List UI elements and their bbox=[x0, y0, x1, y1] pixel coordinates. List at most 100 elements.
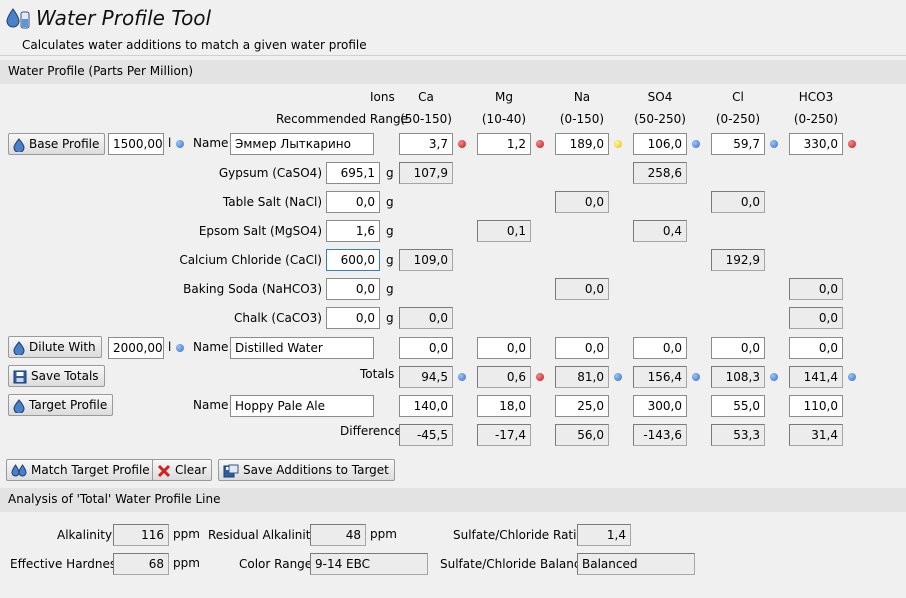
target-mg-input[interactable]: 18,0 bbox=[477, 395, 531, 417]
totals-label: Totals bbox=[360, 367, 395, 381]
difference-ca-value: -45,5 bbox=[399, 424, 453, 446]
alkalinity-label: Alkalinity bbox=[57, 528, 113, 542]
base-mg-input[interactable]: 1,2 bbox=[477, 133, 531, 155]
totals-hco3-indicator bbox=[848, 373, 856, 381]
addition-result-na: 0,0 bbox=[555, 278, 609, 300]
addition-result-mg: 0,1 bbox=[477, 220, 531, 242]
dilute-hco3-input[interactable]: 0,0 bbox=[789, 337, 843, 359]
difference-cl-value: 53,3 bbox=[711, 424, 765, 446]
addition-unit: g bbox=[386, 166, 394, 180]
target-cl-input[interactable]: 55,0 bbox=[711, 395, 765, 417]
totals-cl-indicator bbox=[770, 373, 778, 381]
ion-range-mg: (10-40) bbox=[481, 112, 527, 126]
difference-label: Difference bbox=[340, 424, 402, 438]
ions-label: Ions bbox=[370, 90, 395, 104]
dilute-na-input[interactable]: 0,0 bbox=[555, 337, 609, 359]
base-na-input[interactable]: 189,0 bbox=[555, 133, 609, 155]
addition-label: Calcium Chloride (CaCl) bbox=[179, 253, 322, 267]
addition-unit: g bbox=[386, 195, 394, 209]
water-drops-icon bbox=[11, 463, 27, 476]
match-target-profile-label: Match Target Profile bbox=[31, 463, 150, 477]
base-volume-unit: l bbox=[168, 136, 172, 150]
base-cl-input[interactable]: 59,7 bbox=[711, 133, 765, 155]
recommended-range-label: Recommended Range bbox=[276, 112, 408, 126]
base-volume-input[interactable]: 1500,00 bbox=[108, 133, 164, 155]
close-icon bbox=[157, 464, 171, 477]
save-additions-to-target-button[interactable]: Save Additions to Target bbox=[218, 459, 395, 481]
dilute-so4-input[interactable]: 0,0 bbox=[633, 337, 687, 359]
target-hco3-input[interactable]: 110,0 bbox=[789, 395, 843, 417]
target-ca-input[interactable]: 140,0 bbox=[399, 395, 453, 417]
water-drop-icon bbox=[13, 137, 25, 152]
totals-cl-value: 108,3 bbox=[711, 366, 765, 388]
app-title: Water Profile Tool bbox=[36, 6, 212, 30]
sulfate-chloride-ratio-value: 1,4 bbox=[577, 524, 631, 546]
addition-unit: g bbox=[386, 311, 394, 325]
totals-na-value: 81,0 bbox=[555, 366, 609, 388]
ion-header-ca: Ca bbox=[418, 90, 434, 104]
difference-na-value: 56,0 bbox=[555, 424, 609, 446]
water-drop-icon bbox=[6, 8, 30, 29]
save-icon bbox=[13, 370, 27, 383]
target-name-input[interactable]: Hoppy Pale Ale bbox=[230, 395, 374, 417]
ion-header-hco3: HCO3 bbox=[798, 90, 834, 104]
addition-amount-input[interactable]: 0,0 bbox=[326, 191, 380, 213]
ion-header-na: Na bbox=[573, 90, 591, 104]
addition-amount-input[interactable]: 695,1 bbox=[326, 162, 380, 184]
base-name-input[interactable]: Эммер Лыткарино bbox=[230, 133, 374, 155]
addition-unit: g bbox=[386, 224, 394, 238]
addition-result-ca: 109,0 bbox=[399, 249, 453, 271]
totals-na-indicator bbox=[614, 373, 622, 381]
base-ca-input[interactable]: 3,7 bbox=[399, 133, 453, 155]
base-hco3-input[interactable]: 330,0 bbox=[789, 133, 843, 155]
dilute-name-input[interactable]: Distilled Water bbox=[230, 337, 374, 359]
addition-label: Table Salt (NaCl) bbox=[222, 195, 322, 209]
clear-button[interactable]: Clear bbox=[152, 459, 213, 481]
save-totals-button[interactable]: Save Totals bbox=[8, 365, 105, 387]
sulfate-chloride-balance-label: Sulfate/Chloride Balance bbox=[440, 557, 588, 571]
ion-header-so4: SO4 bbox=[647, 90, 673, 104]
addition-amount-input[interactable]: 1,6 bbox=[326, 220, 380, 242]
addition-label: Epsom Salt (MgSO4) bbox=[198, 224, 322, 238]
base-mg-indicator bbox=[536, 140, 544, 148]
match-target-profile-button[interactable]: Match Target Profile bbox=[6, 459, 156, 481]
ion-range-na: (0-150) bbox=[559, 112, 605, 126]
sulfate-chloride-balance-value: Balanced bbox=[577, 553, 695, 575]
dilute-volume-input[interactable]: 2000,00 bbox=[108, 337, 164, 359]
dilute-with-button[interactable]: Dilute With bbox=[8, 336, 102, 358]
totals-ca-indicator bbox=[458, 373, 466, 381]
base-profile-button[interactable]: Base Profile bbox=[8, 133, 106, 155]
addition-result-cl: 192,9 bbox=[711, 249, 765, 271]
target-na-input[interactable]: 25,0 bbox=[555, 395, 609, 417]
addition-amount-input[interactable]: 0,0 bbox=[326, 307, 380, 329]
color-range-value: 9-14 EBC bbox=[310, 553, 428, 575]
analysis-header: Analysis of 'Total' Water Profile Line bbox=[8, 492, 221, 506]
ion-range-ca: (50-150) bbox=[400, 112, 452, 126]
residual-alkalinity-label: Residual Alkalinity bbox=[208, 528, 318, 542]
totals-mg-indicator bbox=[536, 373, 544, 381]
effective-hardness-unit: ppm bbox=[173, 556, 200, 570]
dilute-ca-input[interactable]: 0,0 bbox=[399, 337, 453, 359]
base-na-indicator bbox=[614, 140, 622, 148]
dilute-volume-unit: l bbox=[168, 340, 172, 354]
target-profile-button[interactable]: Target Profile bbox=[8, 394, 114, 416]
addition-unit: g bbox=[386, 282, 394, 296]
addition-amount-input[interactable]: 0,0 bbox=[326, 278, 380, 300]
addition-result-so4: 0,4 bbox=[633, 220, 687, 242]
addition-result-na: 0,0 bbox=[555, 191, 609, 213]
totals-so4-value: 156,4 bbox=[633, 366, 687, 388]
base-so4-input[interactable]: 106,0 bbox=[633, 133, 687, 155]
ion-range-so4: (50-250) bbox=[634, 112, 686, 126]
clear-button-label: Clear bbox=[175, 463, 207, 477]
addition-result-ca: 107,9 bbox=[399, 162, 453, 184]
base-volume-indicator bbox=[176, 140, 184, 148]
target-so4-input[interactable]: 300,0 bbox=[633, 395, 687, 417]
addition-amount-input[interactable]: 600,0 bbox=[326, 249, 380, 271]
ion-range-hco3: (0-250) bbox=[793, 112, 839, 126]
dilute-cl-input[interactable]: 0,0 bbox=[711, 337, 765, 359]
app-subtitle: Calculates water additions to match a gi… bbox=[22, 38, 367, 52]
addition-result-cl: 0,0 bbox=[711, 191, 765, 213]
alkalinity-unit: ppm bbox=[173, 527, 200, 541]
difference-mg-value: -17,4 bbox=[477, 424, 531, 446]
dilute-mg-input[interactable]: 0,0 bbox=[477, 337, 531, 359]
